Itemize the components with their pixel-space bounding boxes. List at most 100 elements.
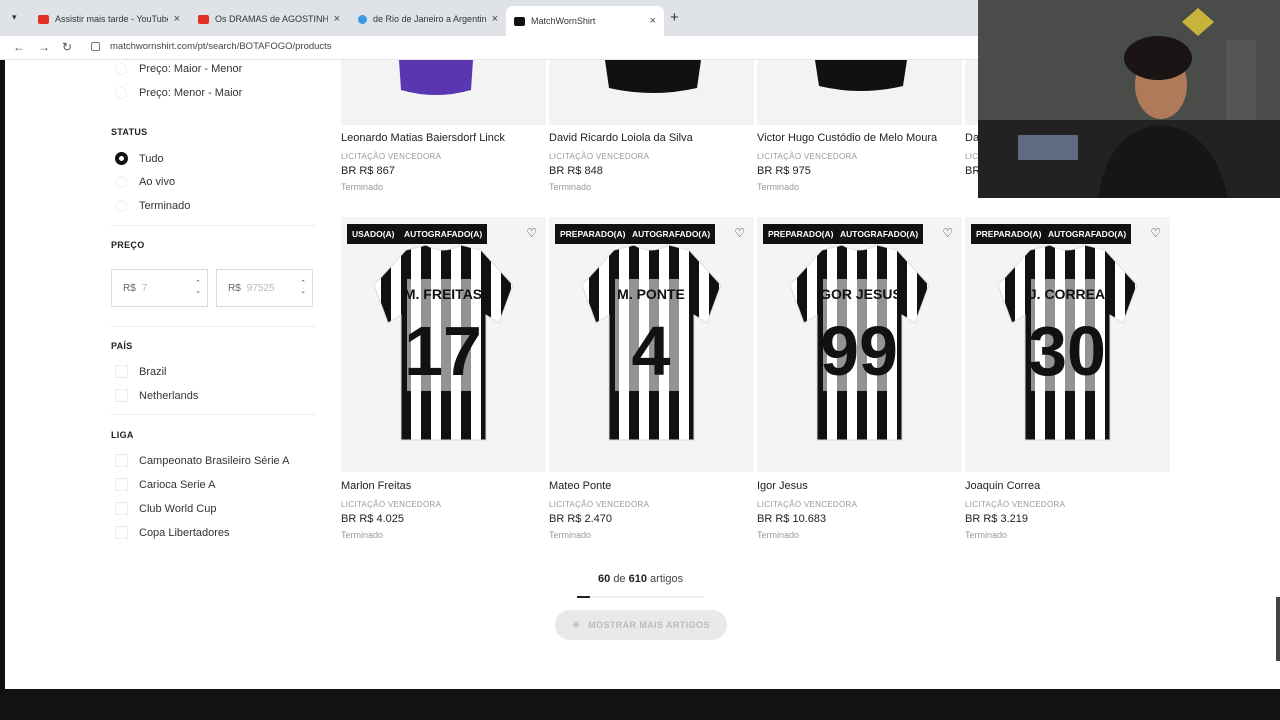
country-option-netherlands[interactable]: Netherlands bbox=[115, 389, 198, 402]
divider bbox=[111, 414, 315, 415]
product-status: Terminado bbox=[549, 182, 592, 192]
league-heading: LIGA bbox=[111, 430, 134, 440]
shown-count: 60 bbox=[598, 573, 611, 585]
youtube-icon bbox=[38, 14, 49, 24]
condition-badge: USADO(A) bbox=[347, 224, 400, 244]
product-bid-status: LICITAÇÃO VENCEDORA bbox=[757, 152, 858, 161]
checkbox-icon bbox=[115, 365, 128, 378]
signed-badge: AUTOGRAFADO(A) bbox=[835, 224, 924, 244]
back-arrow-icon[interactable]: ← bbox=[13, 40, 25, 54]
league-option-libertadores[interactable]: Copa Libertadores bbox=[115, 526, 230, 539]
svg-text:M. FREITAS: M. FREITAS bbox=[404, 286, 482, 302]
favorite-heart-icon[interactable]: ♡ bbox=[526, 226, 537, 240]
product-name[interactable]: David Ricardo Loiola da Silva bbox=[549, 132, 693, 144]
browser-toolbar: ← → ↻ matchwornshirt.com/pt/search/BOTAF… bbox=[0, 36, 980, 60]
jersey-image: J. CORREA 30 bbox=[997, 245, 1138, 441]
tab-close-icon[interactable]: × bbox=[650, 15, 656, 27]
sort-label: Preço: Maior - Menor bbox=[139, 63, 243, 75]
product-card-image[interactable]: PREPARADO(A) AUTOGRAFADO(A) ♡ IGOR JESUS… bbox=[757, 217, 962, 472]
loading-spinner-icon: ✳ bbox=[572, 619, 581, 630]
product-name[interactable]: Joaquin Correa bbox=[965, 480, 1040, 492]
status-label: Tudo bbox=[139, 152, 164, 165]
tab-close-icon[interactable]: × bbox=[492, 13, 498, 25]
forward-arrow-icon[interactable]: → bbox=[38, 40, 50, 54]
product-status: Terminado bbox=[341, 182, 384, 192]
signed-badge: AUTOGRAFADO(A) bbox=[399, 224, 488, 244]
league-option-carioca[interactable]: Carioca Serie A bbox=[115, 478, 215, 491]
radio-icon bbox=[115, 87, 127, 99]
reload-icon[interactable]: ↻ bbox=[62, 40, 72, 54]
favorite-heart-icon[interactable]: ♡ bbox=[942, 226, 953, 240]
divider bbox=[111, 225, 315, 226]
stepper-icon[interactable]: ⌃ ⌄ bbox=[195, 280, 201, 296]
product-name[interactable]: Da bbox=[965, 132, 979, 144]
jersey-image: M. PONTE 4 bbox=[581, 245, 722, 441]
status-option-tudo[interactable]: Tudo bbox=[115, 152, 164, 165]
product-price: BR R$ 2.470 bbox=[549, 513, 612, 525]
stepper-icon[interactable]: ⌃ ⌄ bbox=[300, 280, 306, 296]
product-card-image[interactable]: PREPARADO(A) AUTOGRAFADO(A) ♡ M. PONTE 4 bbox=[549, 217, 754, 472]
webcam-video bbox=[978, 0, 1280, 198]
address-bar[interactable]: matchwornshirt.com/pt/search/BOTAFOGO/pr… bbox=[110, 41, 332, 52]
favorite-heart-icon[interactable]: ♡ bbox=[734, 226, 745, 240]
webcam-overlay bbox=[978, 0, 1280, 198]
show-more-button[interactable]: ✳ MOSTRAR MAIS ARTIGOS bbox=[555, 610, 727, 640]
country-option-brazil[interactable]: Brazil bbox=[115, 365, 167, 378]
radio-icon bbox=[115, 63, 127, 75]
svg-text:17: 17 bbox=[404, 312, 482, 390]
sort-price-asc[interactable]: Preço: Menor - Maior bbox=[115, 87, 242, 99]
price-min-input[interactable]: R$ 7 ⌃ ⌄ bbox=[111, 269, 208, 307]
svg-text:IGOR JESUS: IGOR JESUS bbox=[816, 286, 902, 302]
product-price: BR R$ 3.219 bbox=[965, 513, 1028, 525]
tab-youtube-dramas[interactable]: Os DRAMAS de AGOSTINHO C × bbox=[190, 6, 348, 32]
new-tab-button[interactable]: + bbox=[670, 9, 679, 26]
svg-text:M. PONTE: M. PONTE bbox=[617, 286, 685, 302]
tab-close-icon[interactable]: × bbox=[174, 13, 180, 25]
product-name[interactable]: Leonardo Matias Baiersdorf Linck bbox=[341, 132, 505, 144]
product-bid-status: LICITAÇÃO VENCEDORA bbox=[341, 500, 442, 509]
radio-icon bbox=[115, 176, 127, 188]
checkbox-icon bbox=[115, 526, 128, 539]
svg-text:J. CORREA: J. CORREA bbox=[1029, 286, 1105, 302]
product-bid-status: LIC bbox=[965, 152, 979, 161]
sort-price-desc[interactable]: Preço: Maior - Menor bbox=[115, 63, 242, 75]
product-name[interactable]: Igor Jesus bbox=[757, 480, 808, 492]
tab-list-chevron-icon[interactable]: ▾ bbox=[12, 12, 17, 23]
status-option-ao-vivo[interactable]: Ao vivo bbox=[115, 176, 175, 188]
svg-text:4: 4 bbox=[632, 312, 671, 390]
product-image[interactable] bbox=[757, 60, 962, 125]
tab-title: Os DRAMAS de AGOSTINHO C bbox=[215, 14, 328, 24]
league-option-brasileiro[interactable]: Campeonato Brasileiro Série A bbox=[115, 454, 289, 467]
league-option-club-world-cup[interactable]: Club World Cup bbox=[115, 502, 216, 515]
results-progress-fill bbox=[577, 596, 590, 598]
price-max-input[interactable]: R$ 97525 ⌃ ⌄ bbox=[216, 269, 313, 307]
product-image[interactable] bbox=[341, 60, 546, 125]
product-bid-status: LICITAÇÃO VENCEDORA bbox=[965, 500, 1066, 509]
product-price: BR R$ 867 bbox=[341, 165, 395, 177]
youtube-icon bbox=[198, 14, 209, 24]
product-name[interactable]: Victor Hugo Custódio de Melo Moura bbox=[757, 132, 937, 144]
product-bid-status: LICITAÇÃO VENCEDORA bbox=[549, 152, 650, 161]
tab-youtube-watch-later[interactable]: Assistir mais tarde - YouTube × bbox=[30, 6, 188, 32]
country-label: Brazil bbox=[139, 365, 167, 378]
tab-matchwornshirt[interactable]: MatchWornShirt × bbox=[506, 6, 664, 36]
favorite-heart-icon[interactable]: ♡ bbox=[1150, 226, 1161, 240]
scrollbar-thumb[interactable] bbox=[1276, 597, 1280, 661]
status-option-terminado[interactable]: Terminado bbox=[115, 200, 190, 212]
radio-selected-icon bbox=[115, 152, 128, 165]
product-name[interactable]: Marlon Freitas bbox=[341, 480, 411, 492]
tab-rio-argentina[interactable]: de Rio de Janeiro a Argentina | × bbox=[350, 6, 506, 32]
site-info-icon[interactable] bbox=[91, 42, 100, 51]
product-image[interactable] bbox=[549, 60, 754, 125]
country-heading: PAÍS bbox=[111, 341, 133, 351]
product-price: BR R$ 848 bbox=[549, 165, 603, 177]
product-name[interactable]: Mateo Ponte bbox=[549, 480, 611, 492]
country-label: Netherlands bbox=[139, 389, 199, 402]
tab-close-icon[interactable]: × bbox=[334, 13, 340, 25]
jersey-image: M. FREITAS 17 bbox=[373, 245, 514, 441]
product-card-image[interactable]: PREPARADO(A) AUTOGRAFADO(A) ♡ J. CORREA … bbox=[965, 217, 1170, 472]
count-unit: artigos bbox=[650, 573, 684, 585]
status-label: Ao vivo bbox=[139, 176, 176, 188]
tab-title: de Rio de Janeiro a Argentina | bbox=[373, 14, 486, 24]
product-card-image[interactable]: USADO(A) AUTOGRAFADO(A) ♡ M. FREITAS 17 bbox=[341, 217, 546, 472]
